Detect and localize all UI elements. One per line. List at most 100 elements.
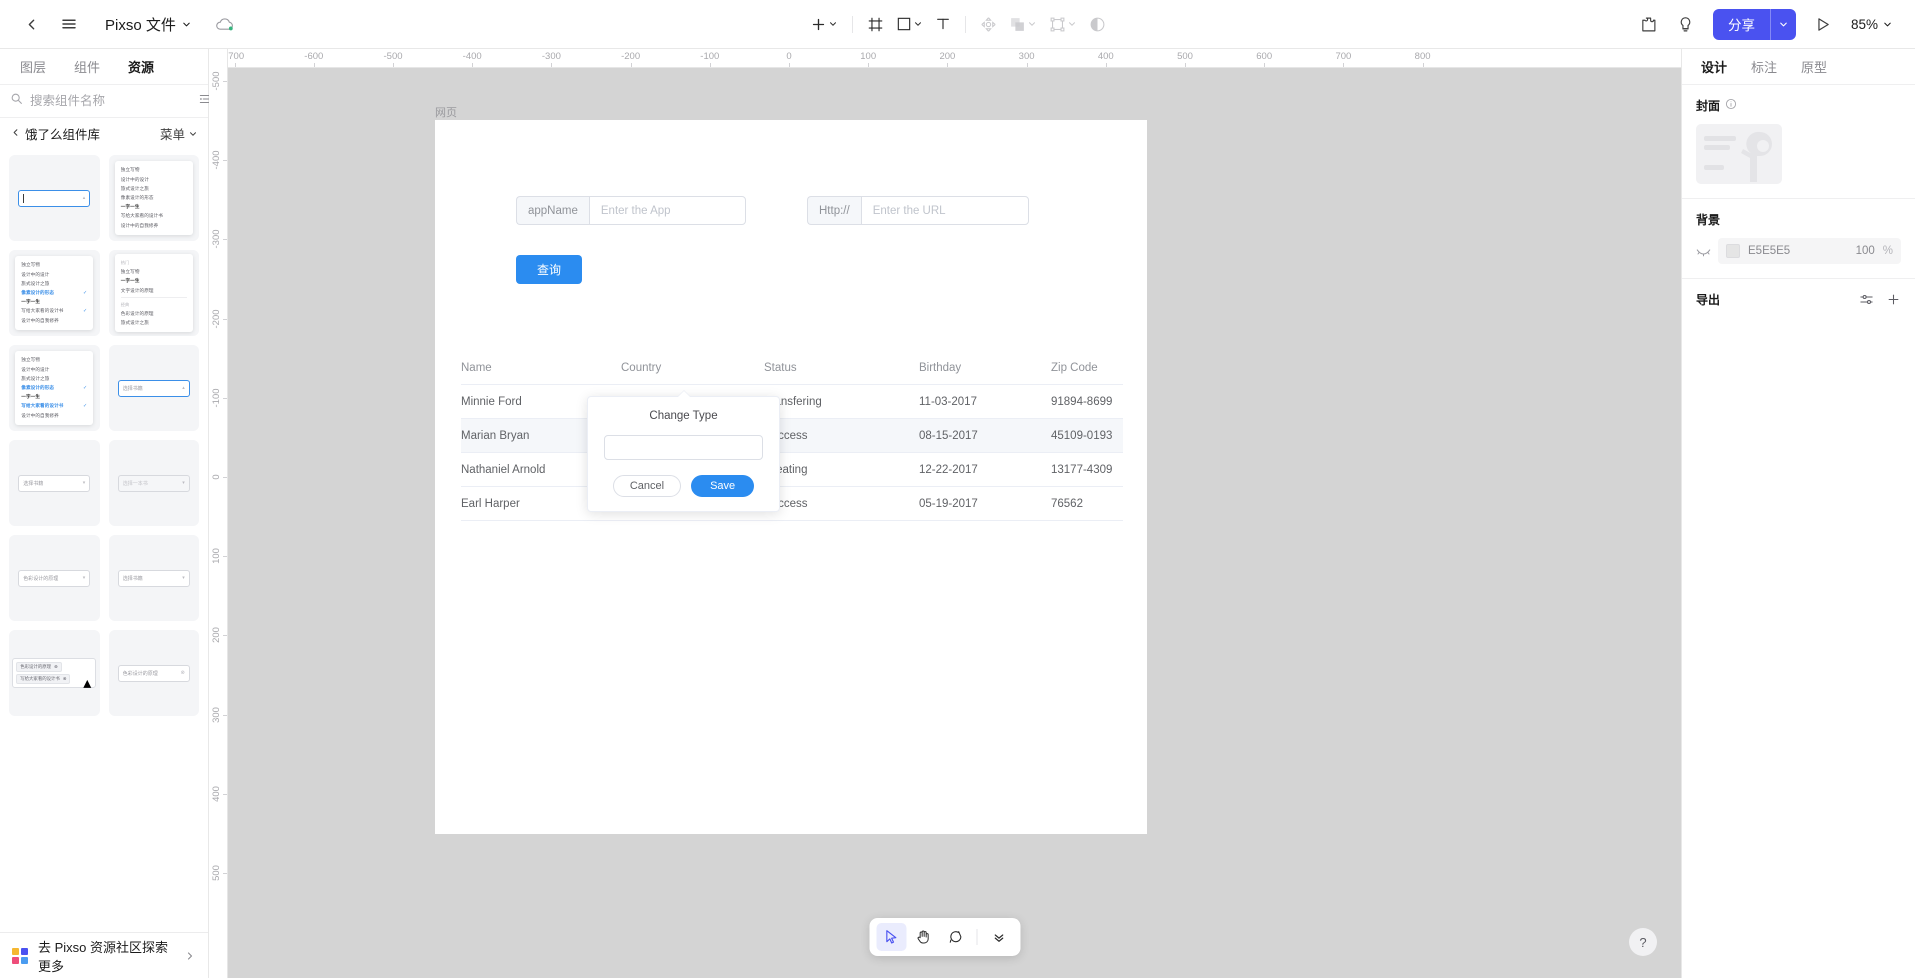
lightbulb-icon[interactable] <box>1669 7 1703 41</box>
back-button[interactable] <box>14 7 48 41</box>
placeholder-line <box>1704 165 1724 170</box>
tab-annotate[interactable]: 标注 <box>1740 52 1788 81</box>
sliders-icon[interactable] <box>1859 292 1874 307</box>
share-dropdown-caret[interactable] <box>1770 9 1796 40</box>
frame-tool[interactable] <box>862 7 889 41</box>
app-name-input-group[interactable]: appName Enter the App <box>516 196 746 225</box>
hand-tool[interactable] <box>909 923 939 951</box>
eye-hidden-icon[interactable] <box>1696 245 1711 258</box>
cell-birthday: 11-03-2017 <box>919 396 1051 408</box>
url-input-group[interactable]: Http:// Enter the URL <box>807 196 1029 225</box>
frame-label[interactable]: 网页 <box>435 104 457 120</box>
cover-thumbnail[interactable] <box>1696 124 1782 184</box>
ruler-tick-mark <box>631 63 632 67</box>
color-swatch[interactable] <box>1726 244 1740 258</box>
component-thumb-select-focused[interactable]: 选择书籍 ▴ <box>109 345 200 431</box>
top-toolbar: Pixso 文件 <box>0 0 1915 49</box>
plus-icon[interactable] <box>1886 292 1901 307</box>
background-hex-value[interactable]: E5E5E5 <box>1748 245 1790 257</box>
component-thumb-list-selected[interactable]: 独立写物 设计中的设计 旅式设计之旅 像素设计的形态✓ 一字一生 写给大家看的设… <box>9 250 100 336</box>
close-icon[interactable]: ⊗ <box>54 664 58 670</box>
cursor-tool[interactable] <box>877 923 907 951</box>
info-circle-icon[interactable] <box>1725 98 1737 113</box>
ruler-tick-label: 700 <box>1335 51 1351 62</box>
component-search-bar <box>0 84 208 118</box>
tab-components[interactable]: 组件 <box>62 52 112 81</box>
table-row[interactable]: Earl Harper Botswana Success 05-19-2017 … <box>461 487 1123 521</box>
component-thumb-select[interactable]: 选择书籍 ▾ <box>9 440 100 526</box>
background-section-label: 背景 <box>1696 211 1901 228</box>
search-input[interactable] <box>30 94 191 108</box>
list-item-selected: 写给大家看的设计书✓ <box>21 402 87 411</box>
component-thumb-select-2[interactable]: 选择书籍 ▾ <box>109 535 200 621</box>
ruler-tick-mark <box>710 63 711 67</box>
component-thumb-select-value[interactable]: 色彩设计的原理 ▾ <box>9 535 100 621</box>
component-thumb-tag-single[interactable]: 色彩设计的原理 ⊗ <box>109 630 200 716</box>
hamburger-menu-icon[interactable] <box>52 7 86 41</box>
close-icon[interactable]: ⊗ <box>63 676 67 682</box>
tab-resources[interactable]: 资源 <box>116 52 166 81</box>
library-menu-button[interactable]: 菜单 <box>160 124 198 143</box>
ruler-tick-label: 300 <box>211 707 222 723</box>
floating-toolbar <box>870 918 1021 956</box>
ruler-tick-label: -100 <box>700 51 719 62</box>
tag-label: 色彩设计的原理 <box>20 664 51 670</box>
tab-prototype[interactable]: 原型 <box>1790 52 1838 81</box>
list-item: 独立写物 <box>21 356 87 365</box>
artboard-webpage[interactable]: appName Enter the App Http:// Enter the … <box>435 120 1147 834</box>
query-button[interactable]: 查询 <box>516 255 582 284</box>
ruler-tick-label: -300 <box>211 230 222 249</box>
canvas-area[interactable]: -700-600-500-400-300-200-100010020030040… <box>209 49 1681 978</box>
list-item-selected: 像素设计的形态✓ <box>21 383 87 392</box>
background-color-field[interactable]: E5E5E5 100 % <box>1718 238 1901 264</box>
library-back-icon[interactable] <box>10 127 21 141</box>
tab-layers[interactable]: 图层 <box>8 52 58 81</box>
component-thumb-list[interactable]: 独立写物 设计中的设计 旅式设计之旅 像素设计的形态 一字一生 写给大家看的设计… <box>109 155 200 241</box>
ruler-tick-label: 100 <box>860 51 876 62</box>
help-button[interactable]: ? <box>1629 928 1657 956</box>
url-input[interactable]: Enter the URL <box>861 196 1029 225</box>
zoom-level-control[interactable]: 85% <box>1843 11 1901 38</box>
list-item: 独立写物 <box>21 261 87 270</box>
popover-input[interactable] <box>604 435 763 460</box>
check-icon: ✓ <box>83 385 87 391</box>
present-button[interactable] <box>1806 7 1840 41</box>
tab-design[interactable]: 设计 <box>1690 52 1738 81</box>
table-row[interactable]: Marian Bryan Mauritania Success 08-15-20… <box>461 419 1123 453</box>
text-tool[interactable] <box>930 7 956 41</box>
component-grid: ▴ 独立写物 设计中的设计 旅式设计之旅 像素设计的形态 一字一生 写给大家看的… <box>0 149 208 932</box>
chevron-down-icon: ▾ <box>182 480 185 486</box>
plugin-puzzle-icon[interactable] <box>1632 7 1666 41</box>
close-icon[interactable]: ⊗ <box>181 670 185 676</box>
vertical-ruler: -500-400-300-200-1000100200300400500 <box>209 49 228 978</box>
cell-birthday: 08-15-2017 <box>919 430 1051 442</box>
component-thumb-list-multi[interactable]: 独立写物 设计中的设计 旅式设计之旅 像素设计的形态✓ 一字一生 写给大家看的设… <box>9 345 100 431</box>
comment-tool[interactable] <box>941 923 971 951</box>
component-thumb-input-focused[interactable]: ▴ <box>9 155 100 241</box>
list-item: 旅式设计之旅 <box>121 184 187 193</box>
explore-community-link[interactable]: 去 Pixso 资源社区探索更多 <box>0 932 208 978</box>
add-tool[interactable] <box>805 7 843 41</box>
boolean-union-icon <box>1009 16 1026 33</box>
save-button[interactable]: Save <box>691 475 754 497</box>
table-row[interactable]: Nathaniel Arnold Angola Creating 12-22-2… <box>461 453 1123 487</box>
more-tools-button[interactable] <box>984 923 1014 951</box>
chevron-down-icon <box>913 19 923 29</box>
tag-label: 色彩设计的原理 <box>123 670 158 677</box>
share-button[interactable]: 分享 <box>1713 9 1796 40</box>
component-thumb-grouped-list[interactable]: 热门 独立写物 一字一生 文字设计的原理 经典 色彩设计的原理 旅式设计之旅 <box>109 250 200 336</box>
app-name-input[interactable]: Enter the App <box>589 196 746 225</box>
shape-tool[interactable] <box>891 7 928 41</box>
background-opacity-value[interactable]: 100 <box>1856 245 1875 257</box>
list-item: 像素设计的形态 <box>121 193 187 202</box>
ruler-tick-mark <box>223 873 227 874</box>
chevron-down-icon: ▾ <box>83 480 86 486</box>
document-title-menu[interactable]: Pixso 文件 <box>98 9 199 40</box>
component-thumb-select-disabled[interactable]: 选择一本书 ▾ <box>109 440 200 526</box>
component-thumb-tags-multi[interactable]: 色彩设计的原理⊗ 写给大家看的设计书⊗ ▴ <box>9 630 100 716</box>
column-header-birthday: Birthday <box>919 362 1051 374</box>
table-row[interactable]: Minnie Ford Ethiopia Transfering 11-03-2… <box>461 385 1123 419</box>
ruler-tick-mark <box>223 556 227 557</box>
cancel-button[interactable]: Cancel <box>613 475 681 497</box>
ruler-tick-mark <box>223 239 227 240</box>
